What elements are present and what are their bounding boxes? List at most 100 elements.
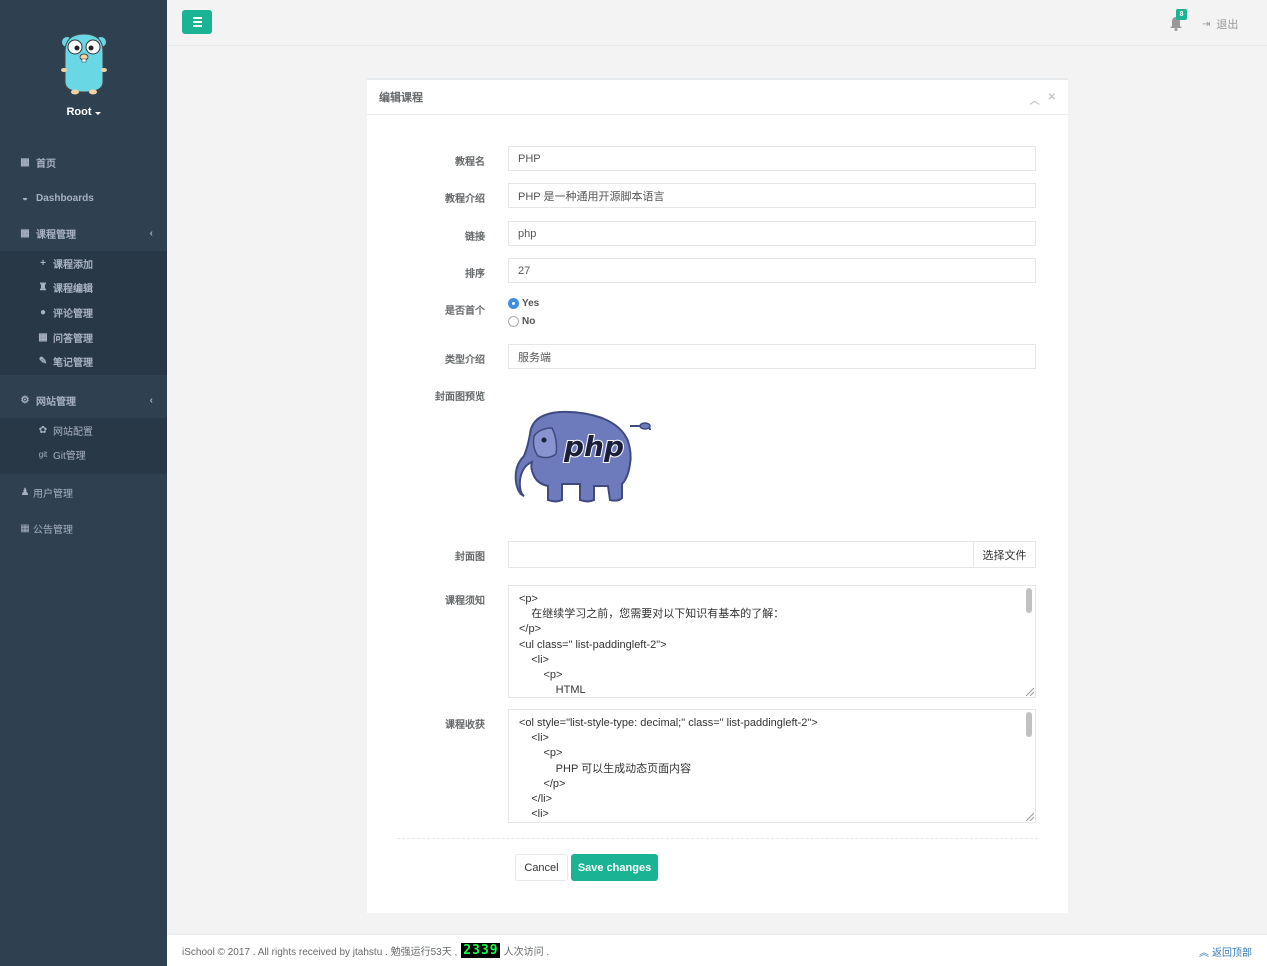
- resize-handle-icon[interactable]: [1026, 688, 1034, 696]
- user-icon: ♟: [20, 486, 30, 498]
- profile: Root: [0, 0, 167, 140]
- course-submenu: + 课程添加 ♜ 课程编辑 ● 评论管理 ▦ 问答管理 ✎ 笔记管理: [0, 251, 167, 375]
- sidebar: Root ▦ 首页 ◒ Dashboards ▦ 课程管理 ‹ + 课程添加 ♜…: [0, 0, 167, 966]
- sub-note-mgmt-label: 笔记管理: [53, 358, 93, 370]
- sub-course-add-label: 课程添加: [53, 259, 93, 271]
- chevron-left-icon: ‹: [149, 227, 153, 239]
- textarea-line: <p>: [519, 747, 563, 760]
- radio-yes[interactable]: [508, 298, 519, 309]
- gopher-avatar: [60, 33, 107, 95]
- plus-icon: +: [40, 257, 46, 269]
- close-icon[interactable]: ✕: [1048, 92, 1056, 107]
- graduation-cap-icon: ♜: [38, 282, 48, 294]
- panel-header: 编辑课程 ︿ ✕: [367, 80, 1068, 115]
- gear-icon: ✿: [38, 424, 48, 436]
- profile-menu[interactable]: Root: [66, 106, 101, 118]
- nav-home[interactable]: ▦ 首页: [0, 152, 167, 172]
- nav-dashboards[interactable]: ◒ Dashboards: [0, 188, 167, 208]
- sub-git-mgmt-label: Git管理: [53, 451, 86, 463]
- footer: iSchool © 2017 . All rights received by …: [167, 934, 1267, 966]
- course-gain-textarea[interactable]: <ol style="list-style-type: decimal;" cl…: [508, 709, 1036, 823]
- sub-course-edit[interactable]: ♜ 课程编辑: [0, 276, 167, 301]
- field-name-row: 教程名 PHP: [367, 146, 1068, 171]
- profile-name: Root: [66, 106, 92, 118]
- field-first-row: 是否首个 Yes No: [367, 296, 1068, 332]
- field-cover-row: 封面图 选择文件: [367, 541, 1068, 568]
- cover-file-path[interactable]: [509, 542, 973, 567]
- sub-comment-mgmt[interactable]: ● 评论管理: [0, 300, 167, 325]
- radio-yes-option[interactable]: Yes: [508, 298, 539, 309]
- textarea-line: <p>: [519, 669, 563, 682]
- radio-no-option[interactable]: No: [508, 316, 535, 327]
- save-changes-button[interactable]: Save changes: [571, 854, 658, 881]
- textarea-line: <li>: [519, 732, 549, 745]
- course-type-input[interactable]: 服务端: [508, 344, 1036, 369]
- chevron-up-icon[interactable]: ︿: [1030, 92, 1040, 107]
- scrollbar-thumb[interactable]: [1026, 712, 1032, 737]
- course-intro-input[interactable]: PHP 是一种通用开源脚本语言: [508, 183, 1036, 208]
- pencil-icon: ✎: [38, 356, 48, 368]
- field-name-label: 教程名: [455, 157, 485, 168]
- logout-link[interactable]: ⇥ 退出: [1202, 16, 1238, 32]
- sub-qa-mgmt-label: 问答管理: [53, 333, 93, 345]
- resize-handle-icon[interactable]: [1026, 813, 1034, 821]
- nav-user-management[interactable]: ♟ 用户管理: [0, 482, 167, 502]
- sub-git-mgmt[interactable]: git Git管理: [0, 443, 167, 468]
- field-order-label: 排序: [465, 269, 485, 280]
- cancel-button[interactable]: Cancel: [515, 854, 568, 881]
- radio-no[interactable]: [508, 316, 519, 327]
- course-type-value: 服务端: [518, 351, 551, 364]
- top-navbar: 8 ⇥ 退出: [167, 0, 1267, 46]
- nav-notice-management-label: 公告管理: [33, 524, 73, 536]
- nav-notice-management[interactable]: ▦ 公告管理: [0, 518, 167, 538]
- field-first-label: 是否首个: [445, 306, 485, 317]
- php-logo-text: php: [563, 430, 624, 463]
- sub-qa-mgmt[interactable]: ▦ 问答管理: [0, 325, 167, 350]
- grid-icon: ▦: [20, 227, 30, 239]
- edit-course-panel: 编辑课程 ︿ ✕ 教程名 PHP 教程介绍 PHP 是一种通用开源脚本语言 链接…: [367, 78, 1068, 913]
- sub-course-add[interactable]: + 课程添加: [0, 251, 167, 276]
- course-intro-value: PHP 是一种通用开源脚本语言: [518, 190, 665, 203]
- grid-icon: ▦: [38, 331, 48, 343]
- field-cover-preview-label: 封面图预览: [435, 392, 485, 403]
- logout-label: 退出: [1216, 19, 1239, 31]
- grid-icon: ▦: [20, 156, 30, 168]
- counter-digit: 3: [472, 943, 480, 958]
- back-to-top-link[interactable]: ︽ 返回顶部: [1199, 944, 1252, 959]
- sub-comment-mgmt-label: 评论管理: [53, 308, 93, 320]
- textarea-line: </li>: [519, 793, 553, 806]
- course-notice-textarea[interactable]: <p> 在继续学习之前，您需要对以下知识有基本的了解： </p> <ul cla…: [508, 585, 1036, 698]
- counter-digit: 2: [463, 943, 472, 958]
- course-order-input[interactable]: 27: [508, 258, 1036, 283]
- nav-site-management[interactable]: ⚙ 网站管理 ‹: [0, 389, 167, 411]
- sub-site-config-label: 网站配置: [53, 426, 93, 438]
- field-type-label: 类型介绍: [445, 355, 485, 366]
- course-link-input[interactable]: php: [508, 221, 1036, 246]
- textarea-line: </p>: [519, 777, 566, 790]
- grid-icon: ▦: [20, 522, 30, 534]
- cover-file-input[interactable]: 选择文件: [508, 541, 1036, 568]
- radio-no-label: No: [522, 316, 536, 327]
- scrollbar-thumb[interactable]: [1026, 588, 1032, 613]
- field-type-row: 类型介绍 服务端: [367, 344, 1068, 369]
- visit-counter: 2 3 3 9: [461, 943, 500, 958]
- field-intro-row: 教程介绍 PHP 是一种通用开源脚本语言: [367, 183, 1068, 208]
- nav-dashboards-label: Dashboards: [36, 192, 94, 204]
- nav-course-management-label: 课程管理: [36, 229, 76, 241]
- course-name-input[interactable]: PHP: [508, 146, 1036, 171]
- double-chevron-up-icon: ︽: [1199, 948, 1209, 959]
- nav-site-management-label: 网站管理: [36, 396, 76, 408]
- panel-title: 编辑课程: [379, 92, 423, 104]
- chevron-left-icon: ‹: [149, 394, 153, 406]
- nav-home-label: 首页: [36, 158, 56, 170]
- counter-digit: 9: [489, 943, 498, 958]
- nav-course-management[interactable]: ▦ 课程管理 ‹: [0, 222, 167, 244]
- field-notice-row: 课程须知 <p> 在继续学习之前，您需要对以下知识有基本的了解： </p> <u…: [367, 585, 1068, 698]
- menu-toggle-button[interactable]: [182, 10, 212, 34]
- footer-visits-text: 人次访问 .: [503, 947, 550, 958]
- sub-site-config[interactable]: ✿ 网站配置: [0, 418, 167, 443]
- hamburger-icon-bar: [192, 25, 202, 27]
- form-divider: [397, 838, 1038, 839]
- sub-note-mgmt[interactable]: ✎ 笔记管理: [0, 349, 167, 374]
- choose-file-button[interactable]: 选择文件: [973, 542, 1035, 567]
